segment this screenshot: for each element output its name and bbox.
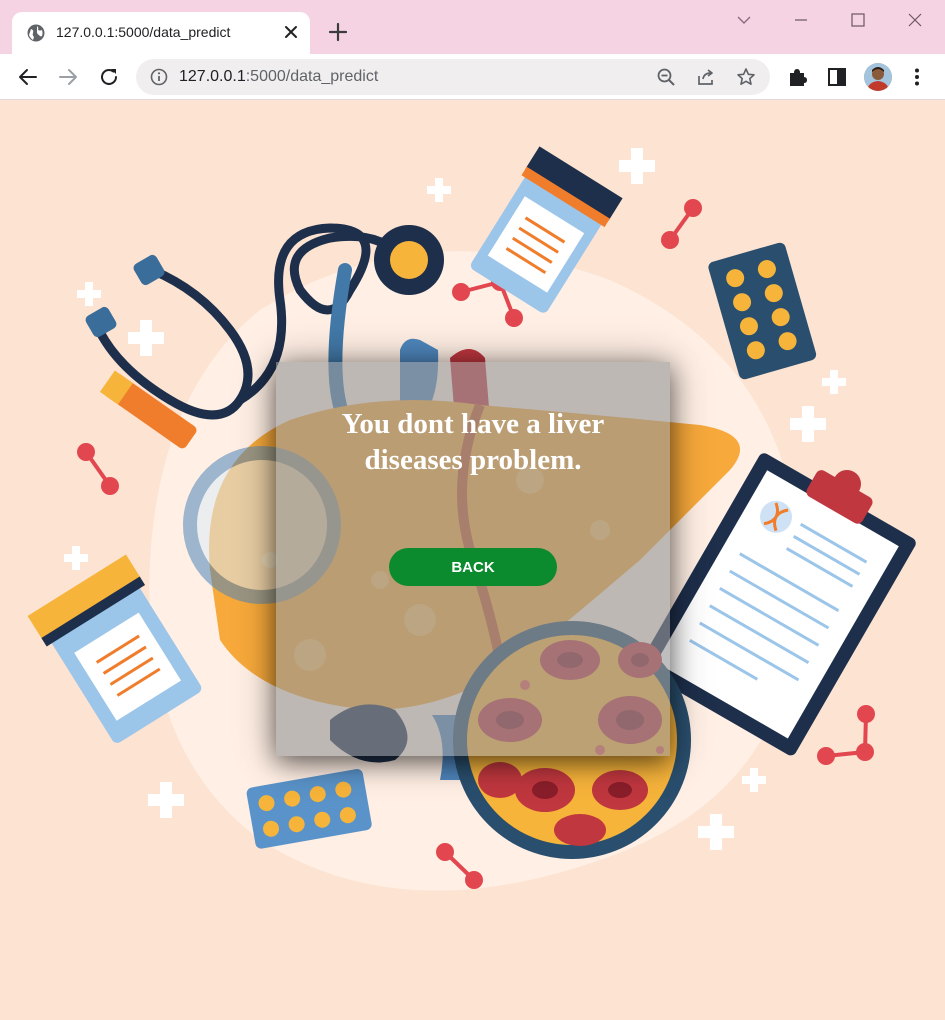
page-viewport: You dont have a liver diseases problem. … [0, 100, 945, 1020]
profile-photo-icon [864, 63, 892, 91]
share-icon[interactable] [696, 67, 716, 87]
forward-nav-button[interactable] [54, 63, 82, 91]
browser-tab[interactable]: 127.0.0.1:5000/data_predict [12, 12, 310, 54]
prediction-result-card: You dont have a liver diseases problem. … [276, 362, 670, 756]
bookmark-star-icon[interactable] [736, 67, 756, 87]
prediction-message: You dont have a liver diseases problem. [341, 408, 605, 476]
tab-search-chevron-icon[interactable] [729, 8, 759, 32]
reload-button[interactable] [95, 63, 123, 91]
arrow-right-icon [59, 69, 77, 85]
side-panel-icon [828, 68, 846, 86]
url-text[interactable]: 127.0.0.1:5000/data_predict [179, 68, 378, 86]
close-window-icon[interactable] [900, 8, 930, 32]
side-panel-button[interactable] [823, 63, 851, 91]
maximize-icon[interactable] [843, 8, 873, 32]
extensions-button[interactable] [783, 63, 811, 91]
globe-icon [27, 24, 45, 42]
back-nav-button[interactable] [14, 63, 42, 91]
address-bar[interactable]: 127.0.0.1:5000/data_predict [136, 59, 770, 95]
info-icon[interactable] [150, 68, 168, 86]
menu-button[interactable] [903, 63, 931, 91]
url-path: :5000/data_predict [245, 68, 379, 85]
profile-avatar[interactable] [864, 63, 892, 91]
back-button[interactable]: BACK [389, 548, 557, 586]
url-host: 127.0.0.1 [179, 68, 246, 85]
minimize-icon[interactable] [786, 8, 816, 32]
puzzle-icon [790, 69, 807, 86]
reload-icon [101, 68, 117, 85]
browser-toolbar: 127.0.0.1:5000/data_predict [0, 54, 945, 100]
zoom-out-icon[interactable] [656, 67, 676, 87]
new-tab-plus-icon[interactable] [326, 20, 350, 44]
tab-title: 127.0.0.1:5000/data_predict [56, 24, 231, 40]
close-icon[interactable] [282, 23, 300, 41]
browser-tab-strip: 127.0.0.1:5000/data_predict [0, 0, 945, 54]
more-vert-icon [915, 68, 919, 86]
arrow-left-icon [19, 69, 37, 85]
